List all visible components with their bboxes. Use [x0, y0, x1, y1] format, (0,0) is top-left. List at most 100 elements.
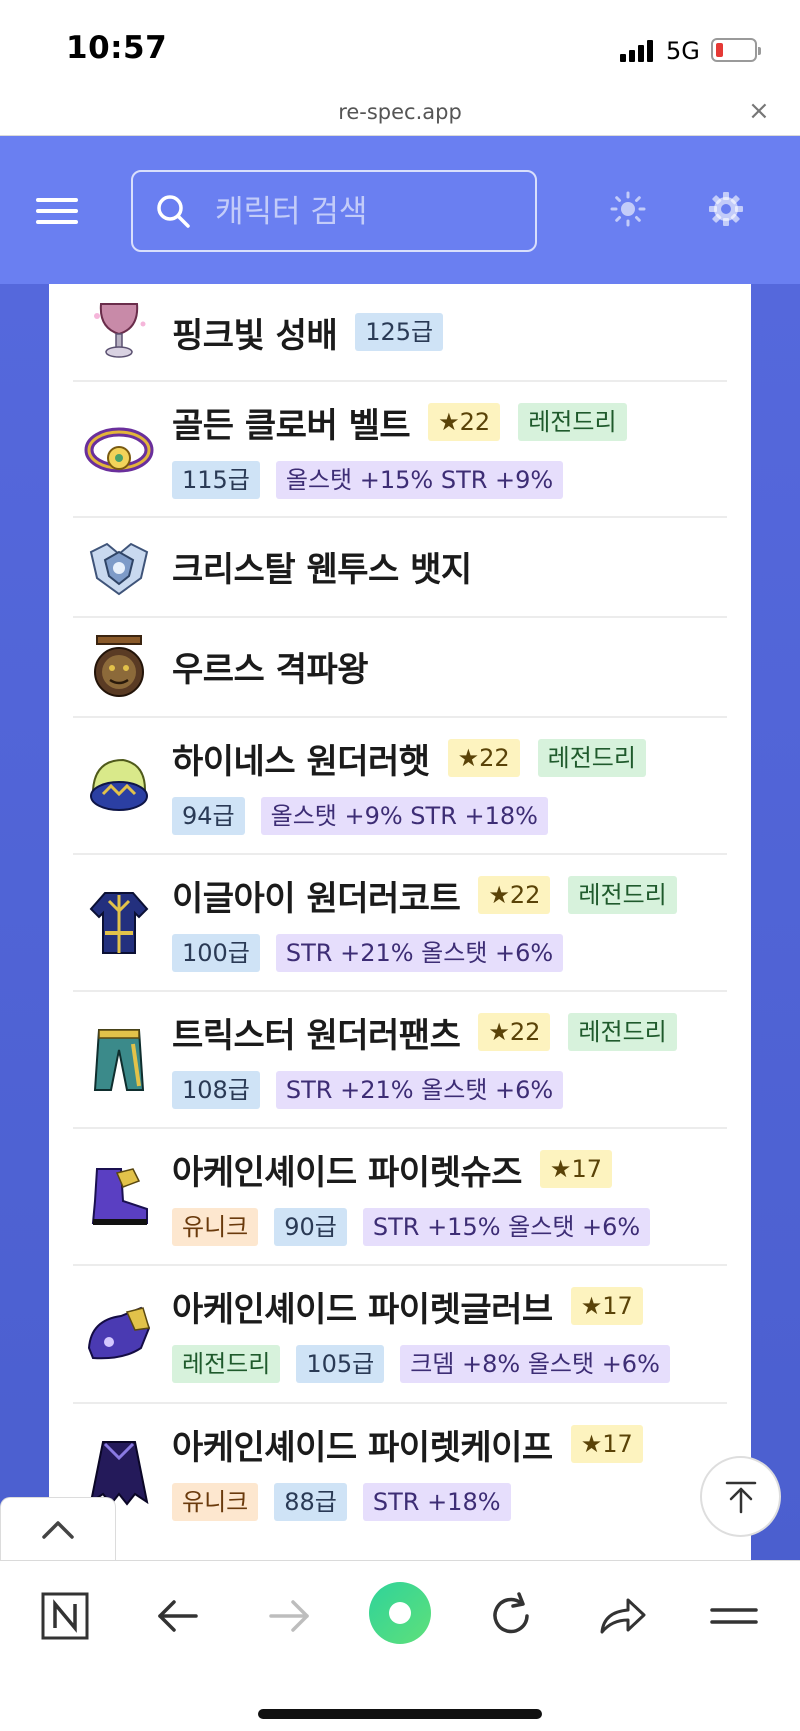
url-domain[interactable]: re-spec.app	[0, 100, 800, 124]
item-tag-row: 100급 STR +21% 올스탯 +6%	[172, 933, 564, 973]
list-item[interactable]: 아케인셰이드 파이렛슈즈 ★17 유니크 90급 STR +15% 올스탯 +6…	[73, 1129, 727, 1266]
gear-icon[interactable]	[708, 191, 744, 227]
wanderer-pants-icon	[93, 1029, 145, 1091]
network-label: 5G	[666, 37, 700, 65]
item-name: 아케인셰이드 파이렛글러브	[172, 1289, 553, 1330]
arrow-up-to-top-icon	[725, 1481, 757, 1514]
pirate-gloves-icon	[87, 1306, 151, 1360]
signal-icon	[620, 38, 656, 62]
item-tag-row: 유니크 90급 STR +15% 올스탯 +6%	[172, 1207, 651, 1247]
wanderer-hat-icon	[90, 758, 148, 811]
battery-icon	[711, 38, 761, 62]
urus-medal-icon	[94, 635, 144, 697]
menu-icon[interactable]	[706, 1588, 762, 1644]
background-strip-right	[751, 284, 800, 1560]
search-icon	[157, 195, 190, 228]
share-icon[interactable]	[594, 1588, 650, 1644]
item-name-row: 하이네스 원더러햇 ★22 레전드리	[172, 736, 646, 782]
star-force-tag: ★22	[447, 739, 520, 777]
item-tag-row: 레전드리 105급 크뎀 +8% 올스탯 +6%	[172, 1344, 670, 1384]
star-force-tag: ★22	[428, 403, 501, 441]
list-item[interactable]: 크리스탈 웬투스 뱃지	[73, 518, 727, 618]
star-force-tag: ★17	[539, 1150, 612, 1188]
item-name: 이글아이 원더러코트	[172, 878, 461, 919]
potential-grade-tag: 레전드리	[172, 1345, 281, 1383]
golden-clover-belt-icon	[84, 427, 154, 473]
item-name: 트릭스터 원더러팬츠	[172, 1015, 461, 1056]
option-tag: 크뎀 +8% 올스탯 +6%	[400, 1345, 670, 1383]
option-tag: STR +15% 올스탯 +6%	[362, 1208, 651, 1246]
level-tag: 115급	[172, 461, 260, 499]
list-item[interactable]: 핑크빛 성배 125급	[73, 284, 727, 382]
list-item[interactable]: 아케인셰이드 파이렛케이프 ★17 유니크 88급 STR +18%	[73, 1404, 727, 1560]
item-name-row: 골든 클로버 벨트 ★22 레전드리	[172, 400, 627, 446]
wanderer-coat-icon	[89, 892, 149, 954]
star-force-tag: ★22	[478, 876, 551, 914]
item-name-row: 크리스탈 웬투스 뱃지	[172, 544, 472, 590]
sun-icon[interactable]	[610, 191, 646, 227]
home-indicator[interactable]	[258, 1709, 542, 1719]
item-name: 하이네스 원더러햇	[172, 741, 430, 782]
close-icon[interactable]: ×	[748, 96, 770, 126]
list-item[interactable]: 이글아이 원더러코트 ★22 레전드리 100급 STR +21% 올스탯 +6…	[73, 855, 727, 992]
item-name: 우르스 격파왕	[172, 649, 369, 690]
item-name: 골든 클로버 벨트	[172, 405, 411, 446]
list-item[interactable]: 하이네스 원더러햇 ★22 레전드리 94급 올스탯 +9% STR +18%	[73, 718, 727, 855]
item-name-row: 아케인셰이드 파이렛글러브 ★17	[172, 1284, 643, 1330]
scroll-to-top-button[interactable]	[700, 1456, 781, 1537]
item-tag-row: 108급 STR +21% 올스탯 +6%	[172, 1070, 564, 1110]
chevron-up-icon	[42, 1521, 74, 1539]
item-tag-row: 94급 올스탯 +9% STR +18%	[172, 796, 548, 836]
item-name-row: 우르스 격파왕	[172, 644, 369, 690]
app-header	[0, 136, 800, 284]
reload-icon[interactable]	[483, 1588, 539, 1644]
status-time: 10:57	[66, 30, 168, 66]
level-tag: 90급	[274, 1208, 347, 1246]
level-tag: 125급	[355, 313, 444, 351]
option-tag: STR +18%	[362, 1483, 511, 1521]
potential-grade-tag: 레전드리	[518, 403, 627, 441]
item-tag-row: 유니크 88급 STR +18%	[172, 1482, 511, 1522]
item-name-row: 아케인셰이드 파이렛케이프 ★17	[172, 1422, 643, 1468]
item-name: 크리스탈 웬투스 뱃지	[172, 549, 472, 590]
search-input[interactable]	[215, 190, 515, 234]
option-tag: 올스탯 +9% STR +18%	[260, 797, 548, 835]
forward-arrow-icon[interactable]	[261, 1588, 317, 1644]
list-item[interactable]: 골든 클로버 벨트 ★22 레전드리 115급 올스탯 +15% STR +9%	[73, 382, 727, 518]
background-strip-left	[0, 284, 49, 1560]
level-tag: 108급	[172, 1071, 260, 1109]
item-name: 핑크빛 성배	[172, 315, 338, 356]
back-arrow-icon[interactable]	[150, 1588, 206, 1644]
star-force-tag: ★17	[570, 1425, 643, 1463]
item-name-row: 아케인셰이드 파이렛슈즈 ★17	[172, 1147, 612, 1193]
item-name-row: 이글아이 원더러코트 ★22 레전드리	[172, 873, 677, 919]
list-item[interactable]: 아케인셰이드 파이렛글러브 ★17 레전드리 105급 크뎀 +8% 올스탯 +…	[73, 1266, 727, 1404]
option-tag: STR +21% 올스탯 +6%	[275, 1071, 564, 1109]
list-item[interactable]: 우르스 격파왕	[73, 618, 727, 718]
status-bar: 10:57 5G	[0, 0, 800, 96]
item-name-row: 핑크빛 성배 125급	[172, 310, 444, 356]
green-dot-icon[interactable]	[368, 1581, 432, 1645]
item-name: 아케인셰이드 파이렛슈즈	[172, 1152, 522, 1193]
page: 10:57 5G re-spec.app × 캐릭터 검색 핑크빛 성배 125…	[0, 0, 800, 1731]
level-tag: 94급	[172, 797, 245, 835]
potential-grade-tag: 레전드리	[568, 876, 677, 914]
browser-toolbar	[0, 1560, 800, 1731]
item-tag-row: 115급 올스탯 +15% STR +9%	[172, 460, 564, 500]
item-name: 아케인셰이드 파이렛케이프	[172, 1427, 553, 1468]
option-tag: 올스탯 +15% STR +9%	[275, 461, 564, 499]
level-tag: 88급	[274, 1483, 347, 1521]
option-tag: STR +21% 올스탯 +6%	[275, 934, 564, 972]
level-tag: 100급	[172, 934, 260, 972]
pink-goblet-icon	[94, 303, 146, 358]
search-box[interactable]	[131, 170, 537, 252]
url-bar: re-spec.app ×	[0, 96, 800, 136]
hamburger-menu-icon[interactable]	[36, 198, 78, 224]
pirate-shoes-icon	[91, 1168, 148, 1225]
list-item[interactable]: 트릭스터 원더러팬츠 ★22 레전드리 108급 STR +21% 올스탯 +6…	[73, 992, 727, 1129]
potential-grade-tag: 레전드리	[568, 1013, 677, 1051]
collapse-toolbar-button[interactable]	[0, 1497, 116, 1561]
potential-grade-tag: 유니크	[172, 1208, 259, 1246]
naver-home-icon[interactable]	[37, 1588, 93, 1644]
star-force-tag: ★17	[570, 1287, 643, 1325]
